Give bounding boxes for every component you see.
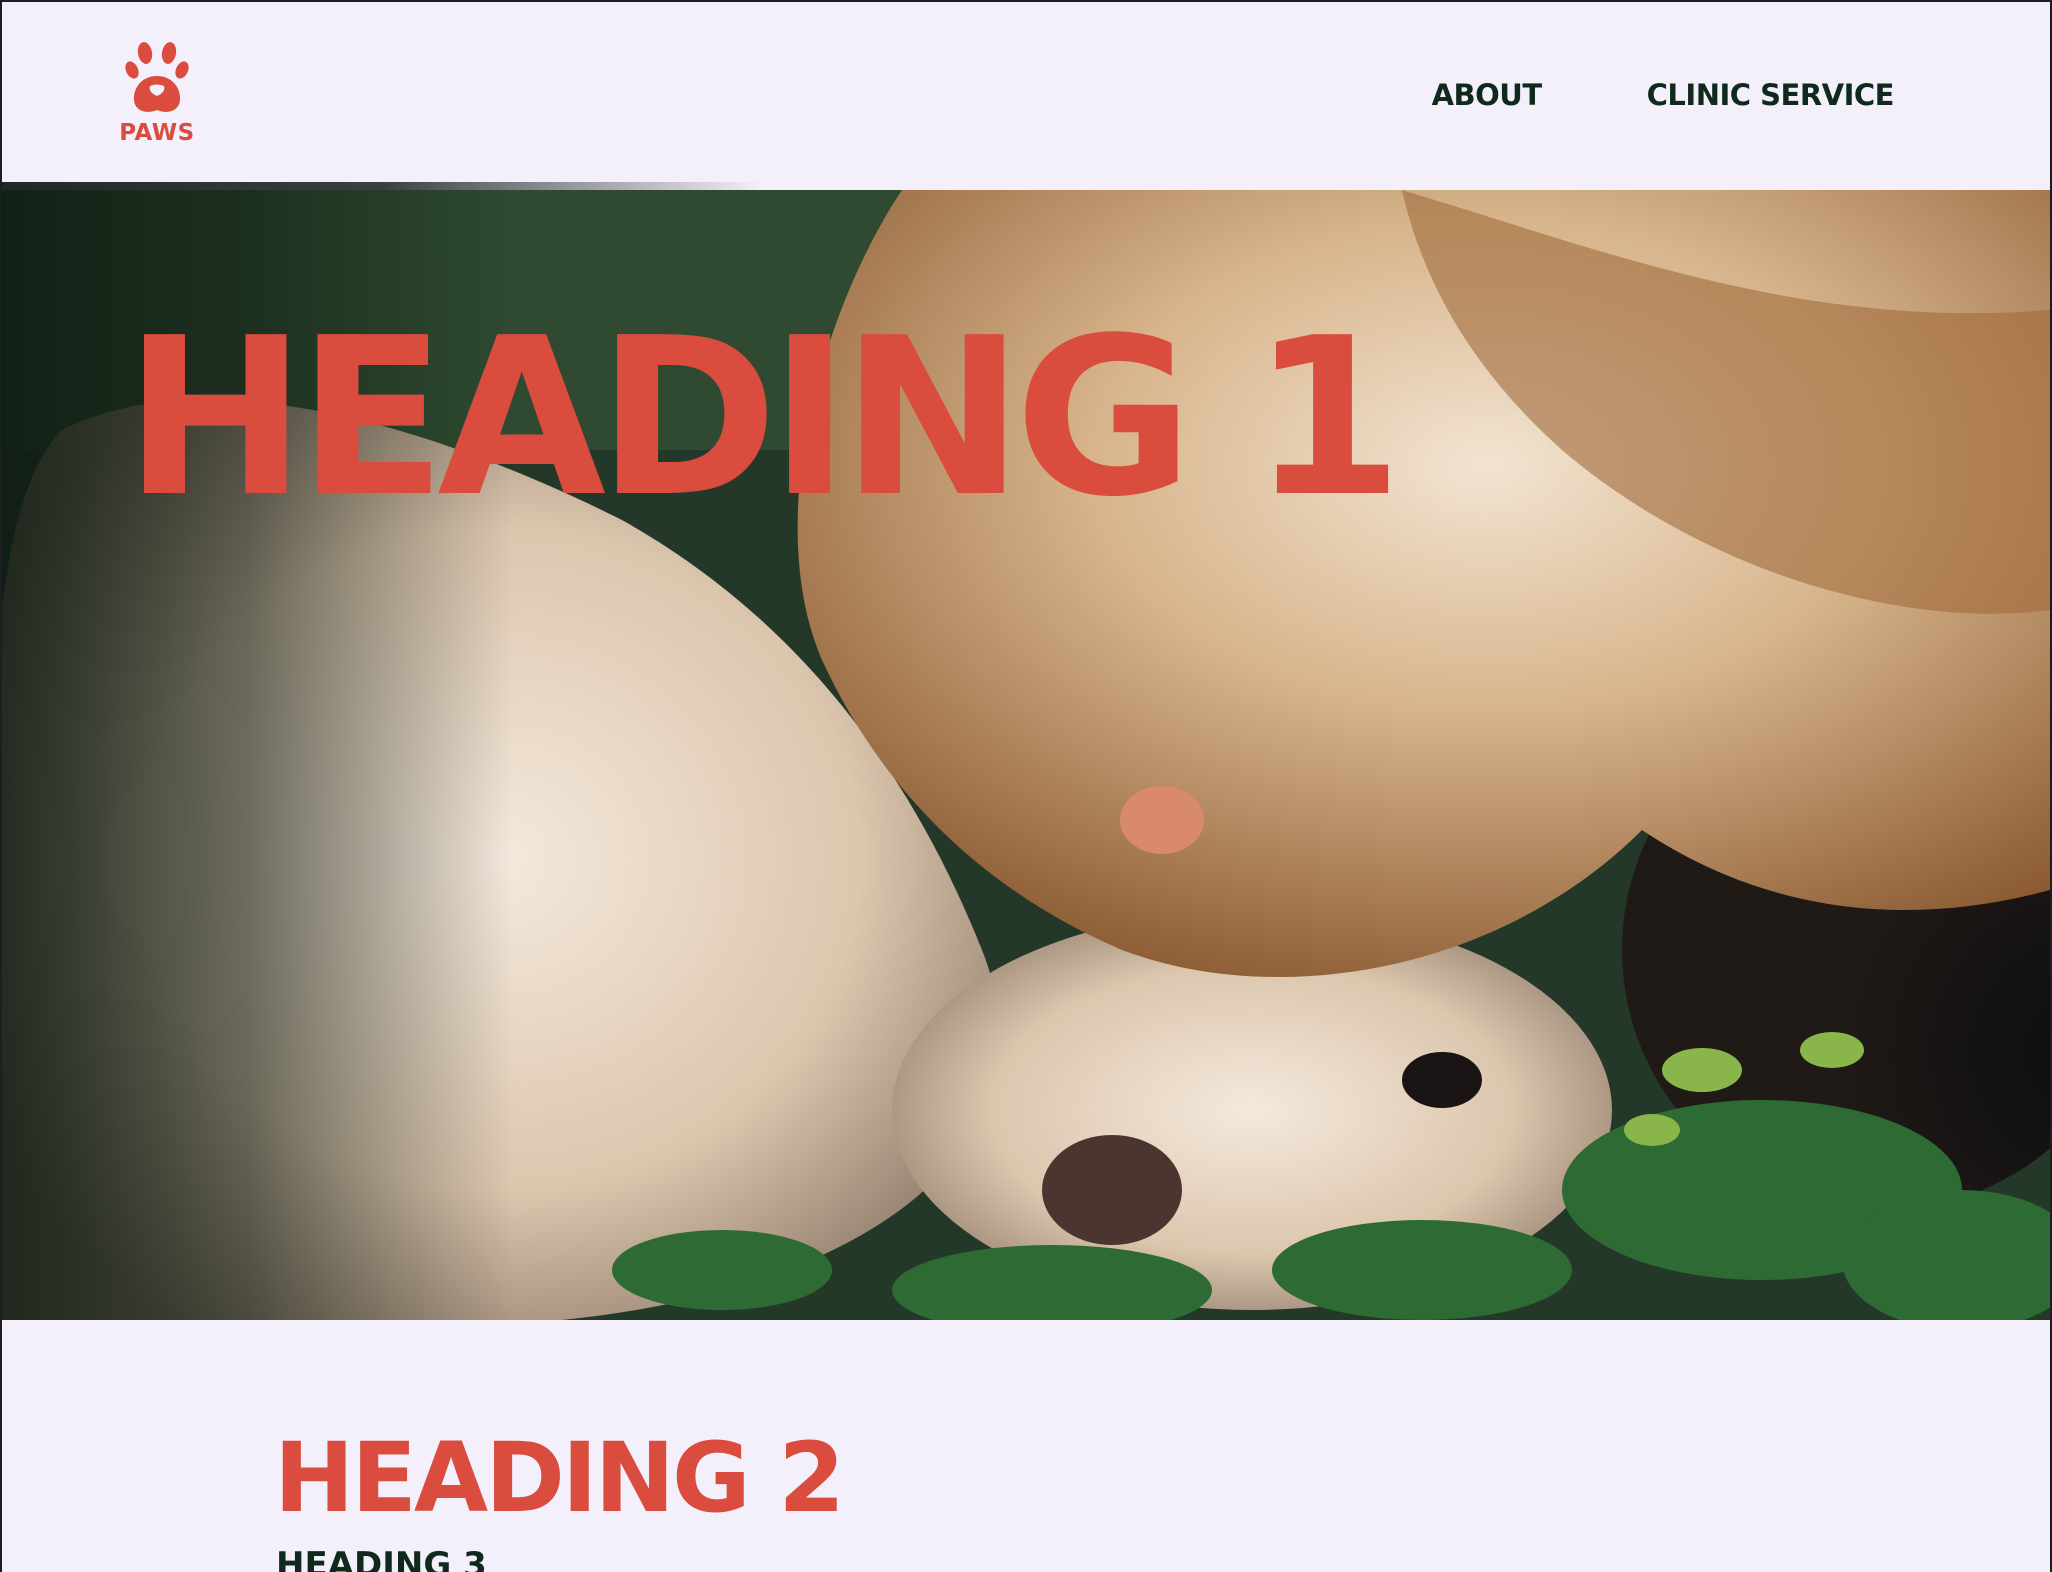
nav-item-clinic-service[interactable]: CLINIC SERVICE — [1647, 78, 1895, 112]
main-nav: ABOUT CLINIC SERVICE — [1432, 78, 1895, 112]
section-heading-2: HEADING 2 — [274, 1422, 845, 1534]
content-section: HEADING 2 HEADING 3 — [2, 1320, 2050, 1572]
logo-text: PAWS — [119, 120, 195, 146]
header-shadow — [2, 182, 762, 190]
hero-heading: HEADING 1 — [124, 292, 1403, 545]
paw-icon — [125, 42, 189, 112]
section-heading-3: HEADING 3 — [276, 1545, 487, 1572]
page-frame: PAWS ABOUT CLINIC SERVICE HEADING 1 HEAD… — [0, 0, 2052, 1572]
site-header: PAWS ABOUT CLINIC SERVICE — [2, 2, 2050, 182]
logo-link[interactable]: PAWS — [117, 40, 197, 150]
hero-section: HEADING 1 — [2, 190, 2050, 1320]
nav-item-about[interactable]: ABOUT — [1432, 78, 1543, 112]
